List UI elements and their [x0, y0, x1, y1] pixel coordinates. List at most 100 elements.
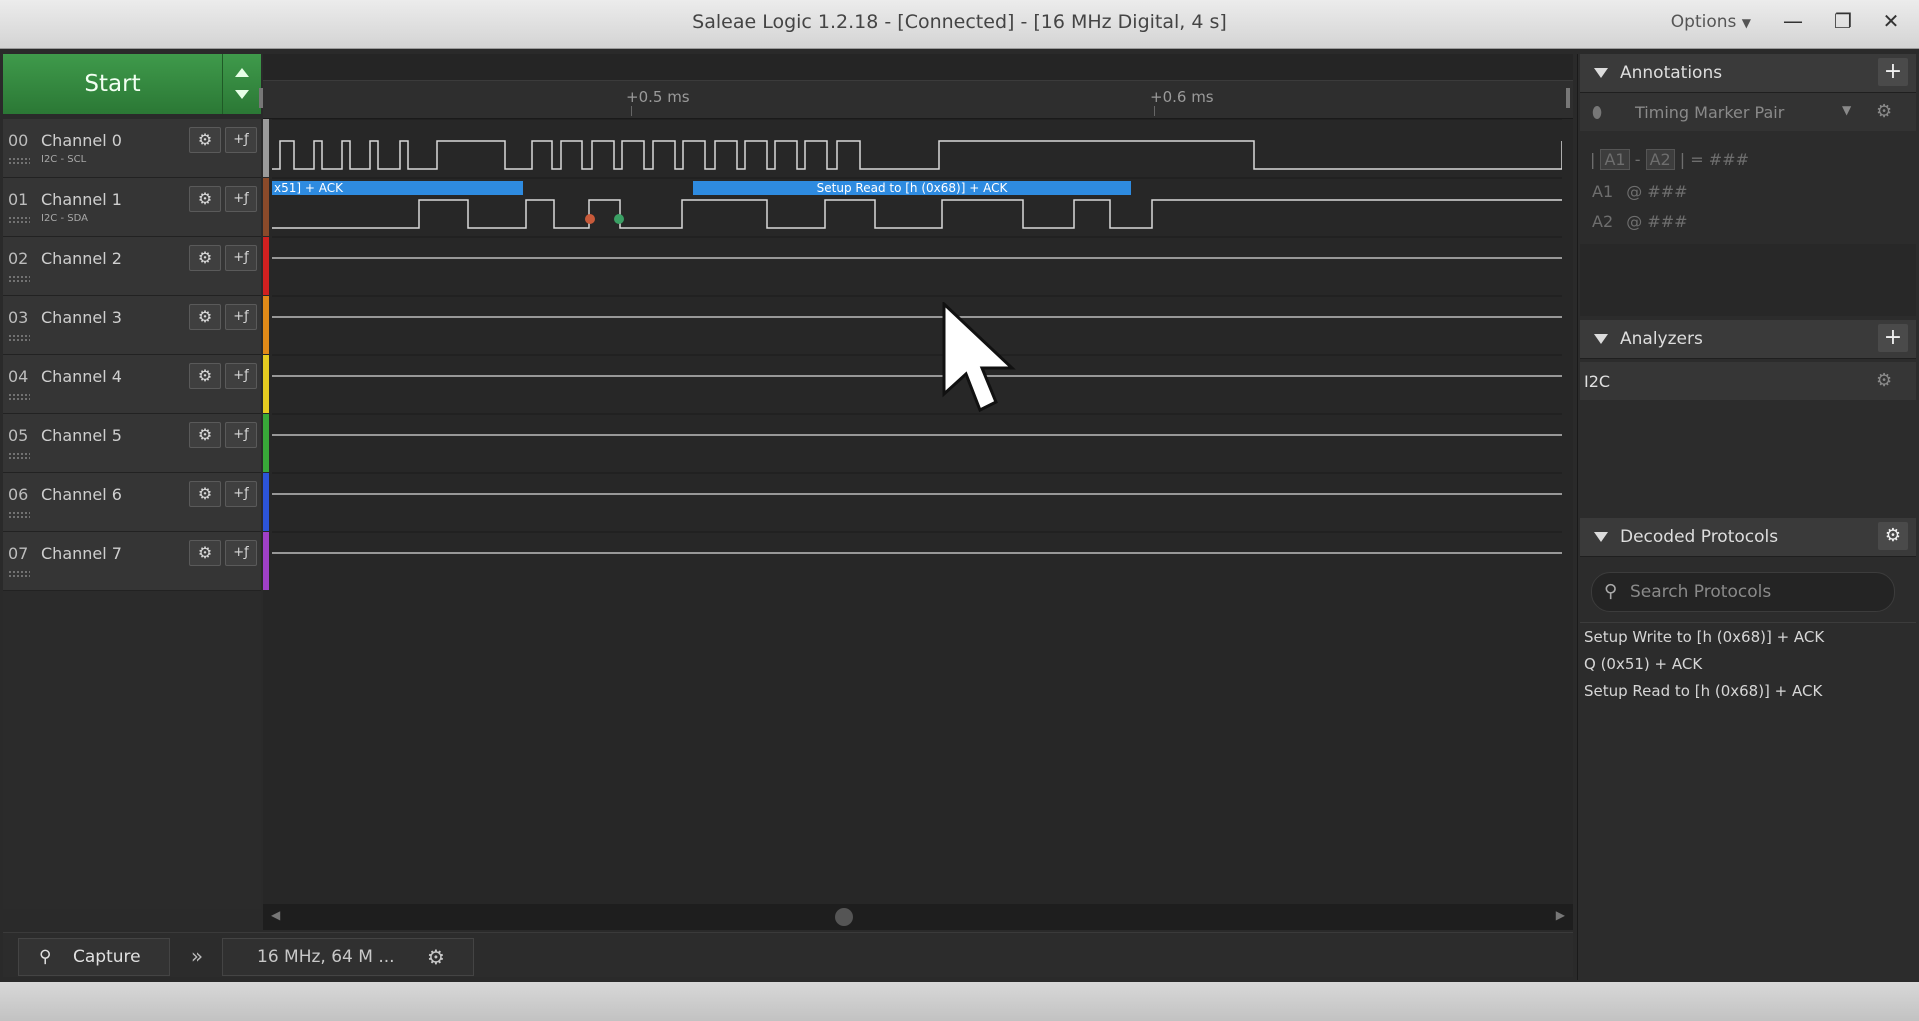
trigger-button[interactable]: +ƒ	[225, 245, 257, 271]
minimize-button[interactable]: —	[1775, 6, 1811, 36]
expand-tabs-button[interactable]: »	[180, 938, 214, 974]
channel-row[interactable]: 02 Channel 2 ⚙ +ƒ	[3, 237, 261, 296]
scrollbar-thumb[interactable]	[835, 908, 853, 926]
a2-row: A2 @ ###	[1592, 212, 1688, 231]
decoded-protocol-item[interactable]: Setup Read to [h (0x68)] + ACK	[1584, 682, 1822, 700]
channel-name[interactable]: Channel 2	[41, 249, 122, 268]
collapse-triangle-icon[interactable]	[1594, 68, 1608, 78]
a2-chip: A2	[1645, 149, 1675, 170]
analyzers-title: Analyzers	[1620, 329, 1703, 349]
channel-name[interactable]: Channel 1	[41, 190, 122, 209]
trigger-button[interactable]: +ƒ	[225, 481, 257, 507]
options-menu[interactable]: Options ▼	[1671, 0, 1751, 44]
time-tick-label: +0.6 ms	[1150, 88, 1214, 106]
channel-color-bar	[263, 414, 269, 472]
gear-icon[interactable]: ⚙	[189, 363, 221, 389]
channel-row[interactable]: 03 Channel 3 ⚙ +ƒ	[3, 296, 261, 355]
trigger-button[interactable]: +ƒ	[225, 422, 257, 448]
waveform-plot[interactable]: x51] + ACK Setup Read to [h (0x68)] + ACK	[272, 119, 1562, 589]
start-options-button[interactable]	[223, 54, 261, 114]
status-bar	[0, 982, 1919, 1021]
add-annotation-button[interactable]: +	[1878, 58, 1908, 86]
drag-handle-icon[interactable]	[8, 334, 30, 342]
timing-marker-row[interactable]: ⬮ Timing Marker Pair ▼ ⚙	[1580, 93, 1916, 131]
analyzer-item[interactable]: I2C ⚙	[1580, 362, 1916, 400]
drag-handle-icon[interactable]	[8, 570, 30, 578]
decoded-protocol-item[interactable]: Q (0x51) + ACK	[1584, 655, 1702, 673]
pin-icon: ⬮	[1592, 103, 1603, 122]
gear-icon[interactable]: ⚙	[189, 481, 221, 507]
a1-row: A1 @ ###	[1592, 182, 1688, 201]
gear-icon[interactable]: ⚙	[1878, 522, 1908, 550]
channel-color-bar	[263, 296, 269, 354]
scroll-left-icon[interactable]: ◀	[271, 908, 280, 922]
collapse-triangle-icon[interactable]	[1594, 334, 1608, 344]
decoded-protocols-header[interactable]: Decoded Protocols ⚙	[1580, 518, 1916, 557]
channel-name[interactable]: Channel 0	[41, 131, 122, 150]
trigger-button[interactable]: +ƒ	[225, 186, 257, 212]
chevron-down-icon: ▼	[1741, 16, 1751, 30]
channel-row[interactable]: 00 Channel 0 I2C - SCL ⚙ +ƒ	[3, 119, 261, 178]
arrow-down-icon	[235, 90, 249, 99]
channel-color-bar	[263, 119, 269, 177]
gear-icon[interactable]: ⚙	[427, 939, 445, 975]
channel-color-bar	[263, 473, 269, 531]
search-placeholder: Search Protocols	[1630, 582, 1772, 602]
gear-icon[interactable]: ⚙	[189, 304, 221, 330]
time-ruler[interactable]: +0.5 ms +0.6 ms	[259, 54, 1573, 119]
start-button[interactable]: Start	[3, 54, 223, 114]
channel-row[interactable]: 07 Channel 7 ⚙ +ƒ	[3, 532, 261, 591]
analyzers-header[interactable]: Analyzers +	[1580, 320, 1916, 359]
ruler-strip	[263, 54, 1573, 81]
drag-handle-icon[interactable]	[8, 157, 30, 165]
gear-icon[interactable]: ⚙	[189, 422, 221, 448]
drag-handle-icon[interactable]	[8, 393, 30, 401]
gear-icon[interactable]: ⚙	[1876, 370, 1892, 391]
ruler-right-handle[interactable]	[1566, 88, 1570, 108]
decoded-protocols-title: Decoded Protocols	[1620, 527, 1779, 547]
gear-icon[interactable]: ⚙	[189, 540, 221, 566]
annotations-title: Annotations	[1620, 63, 1723, 83]
capture-tab[interactable]: ⚲ Capture	[18, 938, 170, 976]
scroll-right-icon[interactable]: ▶	[1556, 908, 1565, 922]
gear-icon[interactable]: ⚙	[189, 245, 221, 271]
channel-row[interactable]: 05 Channel 5 ⚙ +ƒ	[3, 414, 261, 473]
channel-color-bar	[263, 355, 269, 413]
add-analyzer-button[interactable]: +	[1878, 324, 1908, 352]
analyzer-label: I2C	[1584, 372, 1611, 391]
marker-formula: | A1 - A2 | = ###	[1590, 149, 1749, 170]
drag-handle-icon[interactable]	[8, 511, 30, 519]
restore-button[interactable]: ❐	[1825, 6, 1861, 36]
channel-name[interactable]: Channel 7	[41, 544, 122, 563]
gear-icon[interactable]: ⚙	[1876, 101, 1892, 122]
channel-number: 07	[8, 544, 29, 563]
horizontal-scrollbar[interactable]: ◀ ▶	[263, 904, 1573, 930]
channel-name[interactable]: Channel 3	[41, 308, 122, 327]
channel-row[interactable]: 06 Channel 6 ⚙ +ƒ	[3, 473, 261, 532]
trigger-button[interactable]: +ƒ	[225, 540, 257, 566]
search-protocols-input[interactable]: ⚲ Search Protocols	[1591, 572, 1895, 612]
gear-icon[interactable]: ⚙	[189, 186, 221, 212]
channel-name[interactable]: Channel 6	[41, 485, 122, 504]
channel-analyzer-label: I2C - SDA	[41, 213, 88, 224]
collapse-triangle-icon[interactable]	[1594, 532, 1608, 542]
channel-name[interactable]: Channel 4	[41, 367, 122, 386]
chevron-down-icon[interactable]: ▼	[1842, 103, 1851, 117]
trigger-button[interactable]: +ƒ	[225, 127, 257, 153]
gear-icon[interactable]: ⚙	[189, 127, 221, 153]
drag-handle-icon[interactable]	[8, 452, 30, 460]
ruler-left-handle[interactable]	[259, 88, 263, 108]
decoded-protocol-item[interactable]: Setup Write to [h (0x68)] + ACK	[1584, 628, 1824, 646]
capture-session-tab[interactable]: 16 MHz, 64 M ... ⚙	[222, 938, 474, 976]
trigger-button[interactable]: +ƒ	[225, 363, 257, 389]
channel-number: 02	[8, 249, 29, 268]
drag-handle-icon[interactable]	[8, 275, 30, 283]
channel-row[interactable]: 04 Channel 4 ⚙ +ƒ	[3, 355, 261, 414]
channel-name[interactable]: Channel 5	[41, 426, 122, 445]
close-button[interactable]: ✕	[1873, 6, 1909, 36]
channel-row[interactable]: 01 Channel 1 I2C - SDA ⚙ +ƒ	[3, 178, 261, 237]
annotations-header[interactable]: Annotations +	[1580, 54, 1916, 93]
drag-handle-icon[interactable]	[8, 216, 30, 224]
trigger-button[interactable]: +ƒ	[225, 304, 257, 330]
a2-value: @ ###	[1626, 212, 1688, 231]
